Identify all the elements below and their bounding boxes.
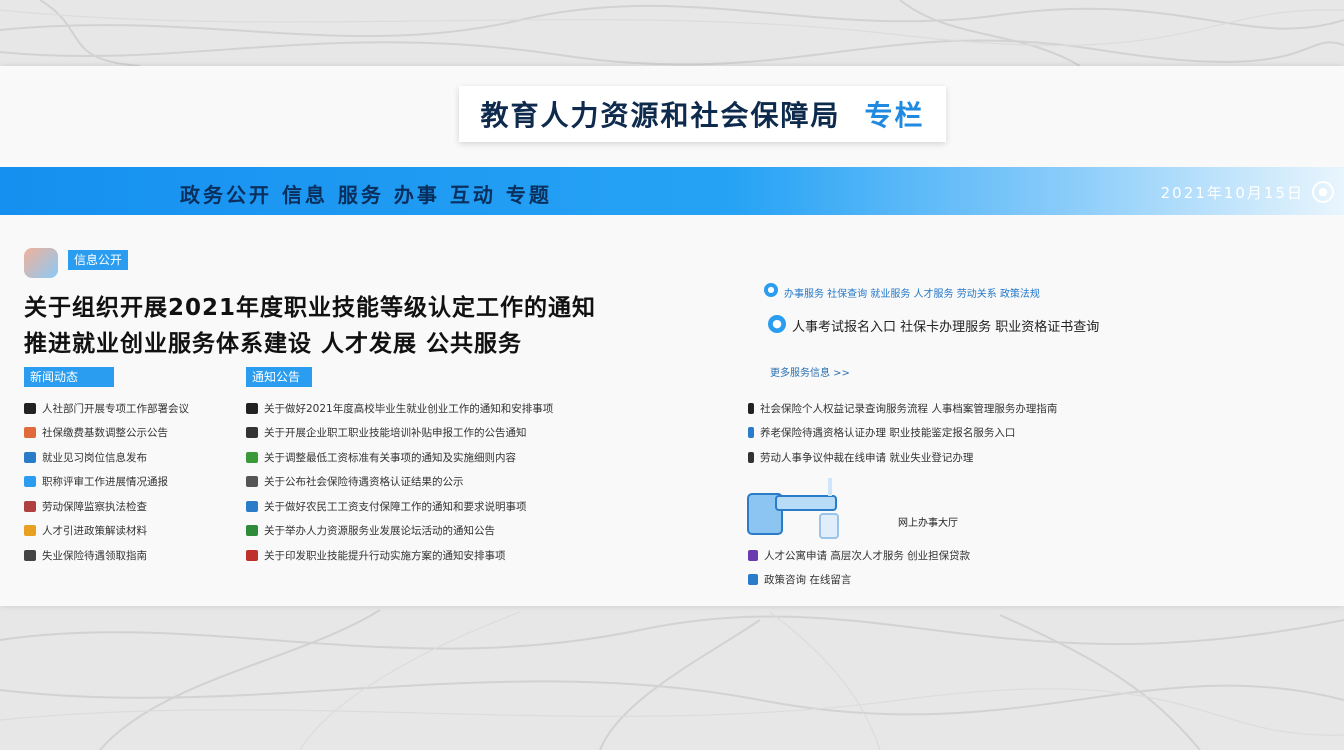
list-item-label: 关于公布社会保险待遇资格认证结果的公示 xyxy=(264,476,464,489)
avatar xyxy=(24,248,58,278)
list-item-label: 关于印发职业技能提升行动实施方案的通知安排事项 xyxy=(264,549,506,562)
notice-icon xyxy=(246,451,258,463)
list-item[interactable]: 关于印发职业技能提升行动实施方案的通知安排事项 xyxy=(246,543,726,568)
service-links[interactable]: 办事服务 社保查询 就业服务 人才服务 劳动关系 政策法规 xyxy=(784,285,1040,300)
list-item[interactable]: 失业保险待遇领取指南 xyxy=(24,543,224,568)
illustration-caption: 网上办事大厅 xyxy=(898,518,958,529)
list-item[interactable]: 人才引进政策解读材料 xyxy=(24,519,224,544)
talent-item-icon xyxy=(748,549,758,561)
list-item-label: 人才公寓申请 高层次人才服务 创业担保贷款 xyxy=(764,549,971,562)
page-title-accent: 专栏 xyxy=(864,99,925,132)
news-icon xyxy=(24,451,36,463)
news-icon xyxy=(24,500,36,512)
notice-icon xyxy=(246,500,258,512)
list-item-label: 劳动保障监察执法检查 xyxy=(42,500,147,513)
list-item-label: 人才引进政策解读材料 xyxy=(42,525,147,538)
notice-icon xyxy=(246,549,258,561)
list-item-label: 关于调整最低工资标准有关事项的通知及实施细则内容 xyxy=(264,451,516,464)
list-item[interactable]: 就业见习岗位信息发布 xyxy=(24,445,224,470)
list-item[interactable]: 关于调整最低工资标准有关事项的通知及实施细则内容 xyxy=(246,445,726,470)
news-icon xyxy=(24,525,36,537)
list-item-label: 人社部门开展专项工作部署会议 xyxy=(42,402,189,415)
news-icon xyxy=(24,549,36,561)
headline-primary[interactable]: 关于组织开展2021年度职业技能等级认定工作的通知 xyxy=(24,288,596,322)
talent-list: 人才公寓申请 高层次人才服务 创业担保贷款 政策咨询 在线留言 xyxy=(748,543,1208,592)
list-item[interactable]: 政策咨询 在线留言 xyxy=(748,568,1208,593)
page-title: 教育人力资源和社会保障局 专栏 xyxy=(459,86,946,142)
list-item-label: 劳动人事争议仲裁在线申请 就业失业登记办理 xyxy=(760,451,974,464)
list-item[interactable]: 社会保险个人权益记录查询服务流程 人事档案管理服务办理指南 xyxy=(748,396,1308,421)
service-entry-text[interactable]: 人事考试报名入口 社保卡办理服务 职业资格证书查询 xyxy=(792,316,1099,335)
more-services-link[interactable]: 更多服务信息 >> xyxy=(770,364,850,379)
list-item[interactable]: 社保缴费基数调整公示公告 xyxy=(24,421,224,446)
list-item-label: 关于做好2021年度高校毕业生就业创业工作的通知和安排事项 xyxy=(264,402,554,415)
list-item-label: 失业保险待遇领取指南 xyxy=(42,549,147,562)
service-item-icon xyxy=(748,402,754,414)
list-item[interactable]: 劳动保障监察执法检查 xyxy=(24,494,224,519)
tab-news[interactable]: 新闻动态 xyxy=(24,367,114,387)
news-icon xyxy=(24,476,36,488)
list-item-label: 就业见习岗位信息发布 xyxy=(42,451,147,464)
list-item-label: 关于开展企业职工职业技能培训补贴申报工作的公告通知 xyxy=(264,427,527,440)
services-list: 社会保险个人权益记录查询服务流程 人事档案管理服务办理指南 养老保险待遇资格认证… xyxy=(748,396,1308,470)
headline-secondary[interactable]: 推进就业创业服务体系建设 人才发展 公共服务 xyxy=(24,324,522,358)
list-item-label: 政策咨询 在线留言 xyxy=(764,574,852,587)
list-item[interactable]: 劳动人事争议仲裁在线申请 就业失业登记办理 xyxy=(748,445,1308,470)
list-item[interactable]: 养老保险待遇资格认证办理 职业技能鉴定报名服务入口 xyxy=(748,421,1308,446)
list-item[interactable]: 职称评审工作进展情况通报 xyxy=(24,470,224,495)
news-icon xyxy=(24,427,36,439)
tab-notices[interactable]: 通知公告 xyxy=(246,367,312,387)
notice-icon xyxy=(246,525,258,537)
notices-list: 关于做好2021年度高校毕业生就业创业工作的通知和安排事项 关于开展企业职工职业… xyxy=(246,396,726,568)
list-item[interactable]: 关于公布社会保险待遇资格认证结果的公示 xyxy=(246,470,726,495)
list-item[interactable]: 关于做好2021年度高校毕业生就业创业工作的通知和安排事项 xyxy=(246,396,726,421)
notice-icon xyxy=(246,402,258,414)
notice-icon xyxy=(246,427,258,439)
list-item[interactable]: 人社部门开展专项工作部署会议 xyxy=(24,396,224,421)
list-item-label: 社保缴费基数调整公示公告 xyxy=(42,427,168,440)
notice-icon xyxy=(246,476,258,488)
list-item-label: 关于举办人力资源服务业发展论坛活动的通知公告 xyxy=(264,525,495,538)
page-title-text: 教育人力资源和社会保障局 xyxy=(480,99,841,132)
list-item[interactable]: 关于开展企业职工职业技能培训补贴申报工作的公告通知 xyxy=(246,421,726,446)
info-tag[interactable]: 信息公开 xyxy=(68,250,129,270)
service-item-icon xyxy=(748,451,754,463)
list-item[interactable]: 人才公寓申请 高层次人才服务 创业担保贷款 xyxy=(748,543,1208,568)
news-list: 人社部门开展专项工作部署会议 社保缴费基数调整公示公告 就业见习岗位信息发布 职… xyxy=(24,396,224,568)
service-item-icon xyxy=(748,427,754,439)
list-item[interactable]: 关于举办人力资源服务业发展论坛活动的通知公告 xyxy=(246,519,726,544)
online-hall-illustration xyxy=(747,478,839,539)
service-icon: ● xyxy=(764,283,778,297)
list-item-label: 职称评审工作进展情况通报 xyxy=(42,476,168,489)
list-item[interactable]: 关于做好农民工工资支付保障工作的通知和要求说明事项 xyxy=(246,494,726,519)
list-item-label: 社会保险个人权益记录查询服务流程 人事档案管理服务办理指南 xyxy=(760,402,1058,415)
list-item-label: 关于做好农民工工资支付保障工作的通知和要求说明事项 xyxy=(264,500,527,513)
talent-item-icon xyxy=(748,574,758,586)
list-item-label: 养老保险待遇资格认证办理 职业技能鉴定报名服务入口 xyxy=(760,427,1016,440)
exam-icon: ● xyxy=(768,315,786,333)
news-icon xyxy=(24,402,36,414)
